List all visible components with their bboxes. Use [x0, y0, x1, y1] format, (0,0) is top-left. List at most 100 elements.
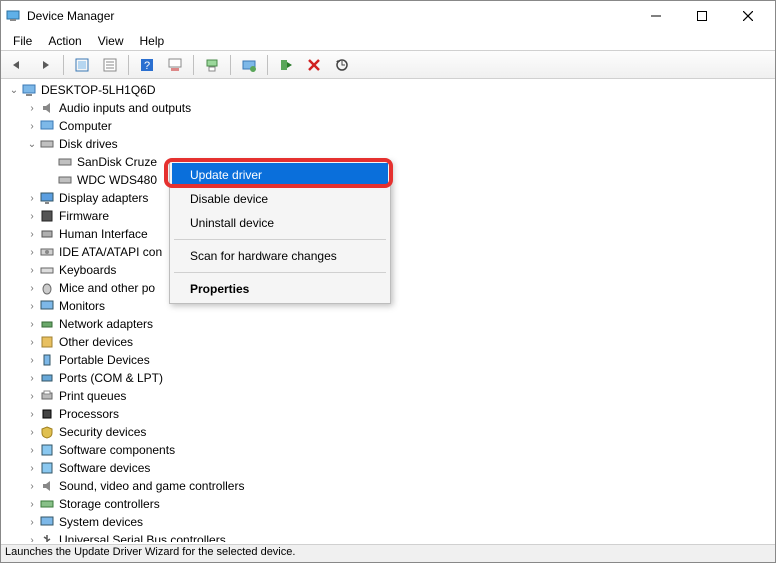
node-label: WDC WDS480	[77, 173, 157, 187]
expander-icon[interactable]: ›	[25, 265, 39, 276]
maximize-button[interactable]	[679, 1, 725, 31]
scan-hardware-button[interactable]	[330, 53, 354, 77]
action-center-button[interactable]	[163, 53, 187, 77]
tree-node-audio[interactable]: › Audio inputs and outputs	[7, 99, 775, 117]
expander-icon[interactable]: ›	[25, 337, 39, 348]
back-button[interactable]	[5, 53, 29, 77]
ctx-update-driver[interactable]: Update driver	[172, 163, 388, 187]
expander-icon[interactable]: ›	[25, 193, 39, 204]
menu-help[interactable]: Help	[132, 32, 173, 50]
help-button[interactable]: ?	[135, 53, 159, 77]
node-label: Sound, video and game controllers	[59, 479, 244, 493]
expander-icon[interactable]: ›	[25, 373, 39, 384]
separator	[267, 55, 268, 75]
disk-icon	[57, 172, 73, 188]
expander-icon[interactable]: ›	[25, 211, 39, 222]
expander-icon[interactable]: ›	[25, 445, 39, 456]
node-label: Firmware	[59, 209, 109, 223]
expander-icon[interactable]: ⌄	[25, 139, 39, 150]
tree-node-portable[interactable]: › Portable Devices	[7, 351, 775, 369]
expander-icon[interactable]: ›	[25, 391, 39, 402]
tree-node-security[interactable]: › Security devices	[7, 423, 775, 441]
node-label: Portable Devices	[59, 353, 150, 367]
expander-icon[interactable]: ›	[25, 319, 39, 330]
expander-icon[interactable]: ›	[25, 463, 39, 474]
tree-root[interactable]: ⌄ DESKTOP-5LH1Q6D	[7, 81, 775, 99]
expander-icon[interactable]: ›	[25, 517, 39, 528]
tree-node-storage[interactable]: › Storage controllers	[7, 495, 775, 513]
security-icon	[39, 424, 55, 440]
minimize-button[interactable]	[633, 1, 679, 31]
tree-node-ide[interactable]: › IDE ATA/ATAPI con	[7, 243, 775, 261]
update-driver-button[interactable]	[237, 53, 261, 77]
expander-icon[interactable]: ›	[25, 427, 39, 438]
expander-icon[interactable]: ›	[25, 121, 39, 132]
tree-node-system[interactable]: › System devices	[7, 513, 775, 531]
titlebar: Device Manager	[1, 1, 775, 31]
software-icon	[39, 460, 55, 476]
monitor-icon	[39, 298, 55, 314]
ctx-disable-device[interactable]: Disable device	[172, 187, 388, 211]
app-icon	[5, 8, 21, 24]
forward-button[interactable]	[33, 53, 57, 77]
expander-icon[interactable]: ›	[25, 301, 39, 312]
menu-view[interactable]: View	[90, 32, 132, 50]
menu-file[interactable]: File	[5, 32, 40, 50]
tree-node-wdc[interactable]: WDC WDS480	[7, 171, 775, 189]
printer-icon	[39, 388, 55, 404]
close-button[interactable]	[725, 1, 771, 31]
expander-icon[interactable]: ›	[25, 283, 39, 294]
expander-icon[interactable]: ›	[25, 103, 39, 114]
tree-node-display[interactable]: › Display adapters	[7, 189, 775, 207]
expander-icon[interactable]: ›	[25, 535, 39, 543]
device-tree[interactable]: ⌄ DESKTOP-5LH1Q6D › Audio inputs and out…	[1, 81, 775, 542]
context-menu: Update driver Disable device Uninstall d…	[169, 160, 391, 304]
disk-icon	[39, 136, 55, 152]
tree-node-other[interactable]: › Other devices	[7, 333, 775, 351]
tree-node-hid[interactable]: › Human Interface	[7, 225, 775, 243]
tree-node-keyboards[interactable]: › Keyboards	[7, 261, 775, 279]
tree-node-network[interactable]: › Network adapters	[7, 315, 775, 333]
expander-icon[interactable]: ›	[25, 229, 39, 240]
uninstall-device-button[interactable]	[302, 53, 326, 77]
ctx-uninstall-device[interactable]: Uninstall device	[172, 211, 388, 235]
firmware-icon	[39, 208, 55, 224]
tree-node-sandisk[interactable]: SanDisk Cruze	[7, 153, 775, 171]
mouse-icon	[39, 280, 55, 296]
storage-icon	[39, 496, 55, 512]
tree-node-monitors[interactable]: › Monitors	[7, 297, 775, 315]
tree-node-print[interactable]: › Print queues	[7, 387, 775, 405]
ctx-item-label: Scan for hardware changes	[190, 249, 337, 263]
expander-icon[interactable]: ›	[25, 499, 39, 510]
menubar: File Action View Help	[1, 31, 775, 51]
tree-node-disk-drives[interactable]: ⌄ Disk drives	[7, 135, 775, 153]
ctx-separator	[174, 239, 386, 240]
tree-node-ports[interactable]: › Ports (COM & LPT)	[7, 369, 775, 387]
ctx-scan-hardware[interactable]: Scan for hardware changes	[172, 244, 388, 268]
expander-icon[interactable]: ›	[25, 409, 39, 420]
separator	[230, 55, 231, 75]
tree-node-computer[interactable]: › Computer	[7, 117, 775, 135]
enable-device-button[interactable]	[274, 53, 298, 77]
properties-button[interactable]	[98, 53, 122, 77]
tree-node-sound[interactable]: › Sound, video and game controllers	[7, 477, 775, 495]
tree-node-firmware[interactable]: › Firmware	[7, 207, 775, 225]
show-hidden-button[interactable]	[70, 53, 94, 77]
tree-node-mice[interactable]: › Mice and other po	[7, 279, 775, 297]
menu-action[interactable]: Action	[40, 32, 89, 50]
portable-icon	[39, 352, 55, 368]
tree-node-sw-devices[interactable]: › Software devices	[7, 459, 775, 477]
expander-icon[interactable]: ›	[25, 481, 39, 492]
tree-node-usb[interactable]: › Universal Serial Bus controllers	[7, 531, 775, 542]
statusbar: Launches the Update Driver Wizard for th…	[1, 544, 775, 562]
expander-icon[interactable]: ›	[25, 355, 39, 366]
ctx-properties[interactable]: Properties	[172, 277, 388, 301]
ports-icon	[39, 370, 55, 386]
usb-icon	[39, 532, 55, 542]
tree-node-processors[interactable]: › Processors	[7, 405, 775, 423]
tree-node-sw-components[interactable]: › Software components	[7, 441, 775, 459]
expander-icon[interactable]: ⌄	[7, 85, 21, 96]
print-button[interactable]	[200, 53, 224, 77]
node-label: Storage controllers	[59, 497, 160, 511]
expander-icon[interactable]: ›	[25, 247, 39, 258]
